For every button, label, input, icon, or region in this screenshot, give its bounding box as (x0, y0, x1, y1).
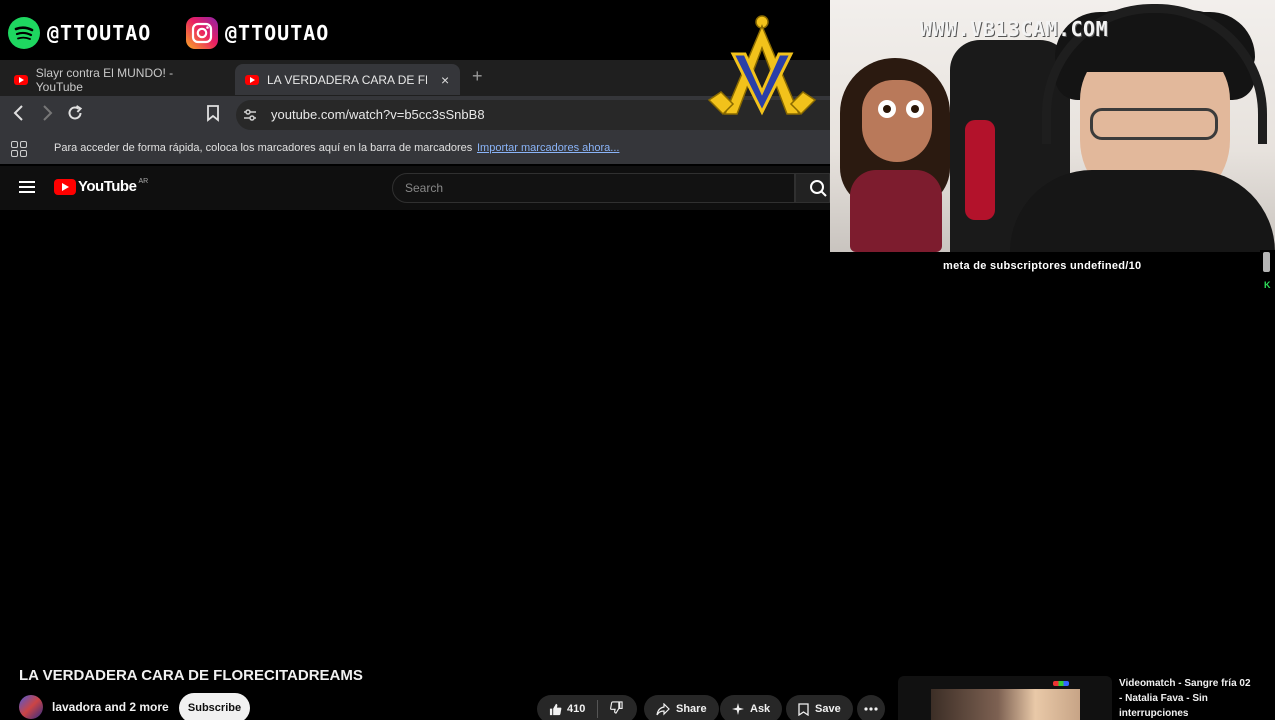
new-tab-button[interactable]: + (472, 66, 483, 87)
channel-name[interactable]: lavadora and 2 more (52, 700, 169, 714)
share-label: Share (676, 703, 707, 715)
instagram-handle-group: @TTOUTAO (186, 17, 329, 49)
country-code: AR (138, 178, 149, 185)
bookmarks-bar: Para acceder de forma rápida, coloca los… (0, 134, 830, 164)
dislike-icon (610, 701, 623, 714)
save-label: Save (815, 703, 841, 715)
channel-logo-icon (1053, 681, 1069, 686)
stream-screen: @TTOUTAO @TTOUTAO Slayr contra El MUNDO!… (0, 0, 1275, 720)
ask-icon (732, 703, 744, 715)
tab-verdadera-cara[interactable]: LA VERDADERA CARA DE FLORE × (235, 64, 460, 95)
close-tab-icon[interactable]: × (441, 72, 449, 88)
youtube-play-icon (54, 178, 76, 195)
forward-icon[interactable] (40, 104, 54, 127)
cartoon-character (830, 58, 960, 252)
youtube-masthead: YouTube AR Search (0, 166, 830, 210)
share-icon (656, 702, 670, 715)
youtube-wordmark: YouTube (78, 178, 137, 195)
search-icon (810, 180, 827, 197)
video-player[interactable] (0, 210, 1260, 658)
recommended-thumbnail[interactable] (898, 676, 1112, 720)
recommended-title[interactable]: Videomatch - Sangre fría 02 - Natalia Fa… (1119, 676, 1254, 720)
share-button[interactable]: Share (644, 695, 719, 720)
tab-label: LA VERDADERA CARA DE FLORE (267, 72, 427, 87)
like-count: 410 (567, 703, 586, 715)
search-placeholder: Search (405, 181, 444, 195)
youtube-logo[interactable]: YouTube AR (54, 178, 148, 195)
scrollbar-thumb[interactable] (1263, 252, 1270, 272)
reload-icon[interactable] (66, 104, 84, 127)
tab-label: Slayr contra El MUNDO! - YouTube (35, 65, 174, 94)
avatar[interactable] (19, 695, 43, 719)
ask-button[interactable]: Ask (720, 695, 783, 720)
spotify-handle-group: @TTOUTAO (8, 17, 151, 49)
spotify-handle: @TTOUTAO (47, 21, 152, 45)
bookmarks-message: Para acceder de forma rápida, coloca los… (54, 142, 473, 154)
save-icon (798, 702, 809, 716)
cam-watermark: WWW.VB13CAM.COM (920, 17, 1109, 41)
like-dislike-group: 410 (537, 695, 637, 720)
instagram-icon (186, 17, 218, 49)
bookmark-icon[interactable] (206, 104, 220, 127)
instagram-handle: @TTOUTAO (225, 21, 330, 45)
video-title: LA VERDADERA CARA DE FLORECITADREAMS (19, 667, 363, 684)
more-icon (864, 707, 878, 711)
tab-slayr[interactable]: Slayr contra El MUNDO! - YouTube (4, 64, 230, 95)
back-icon[interactable] (12, 104, 26, 127)
subscriber-goal: meta de subscriptores undefined/10 (943, 260, 1142, 272)
apps-icon[interactable] (11, 141, 27, 157)
tune-icon[interactable] (242, 107, 258, 126)
url-text: youtube.com/watch?v=b5cc3sSnbB8 (271, 107, 485, 122)
like-button[interactable]: 410 (549, 703, 585, 716)
scrollbar-marker: K (1264, 280, 1271, 290)
spotify-icon (8, 17, 40, 49)
youtube-tab-icon (14, 74, 28, 85)
menu-icon[interactable] (19, 181, 35, 193)
page-scrollbar[interactable]: K (1260, 250, 1275, 720)
dislike-button[interactable] (610, 701, 623, 717)
import-bookmarks-link[interactable]: Importar marcadores ahora... (477, 142, 619, 154)
search-button[interactable] (795, 173, 830, 203)
more-actions-button[interactable] (857, 695, 885, 720)
save-button[interactable]: Save (786, 695, 853, 720)
search-input[interactable]: Search (392, 173, 795, 203)
subscribe-button[interactable]: Subscribe (179, 693, 250, 720)
like-icon (549, 703, 562, 715)
ask-label: Ask (750, 703, 771, 715)
compass-logo-icon (707, 15, 817, 116)
youtube-tab-icon (245, 74, 259, 85)
